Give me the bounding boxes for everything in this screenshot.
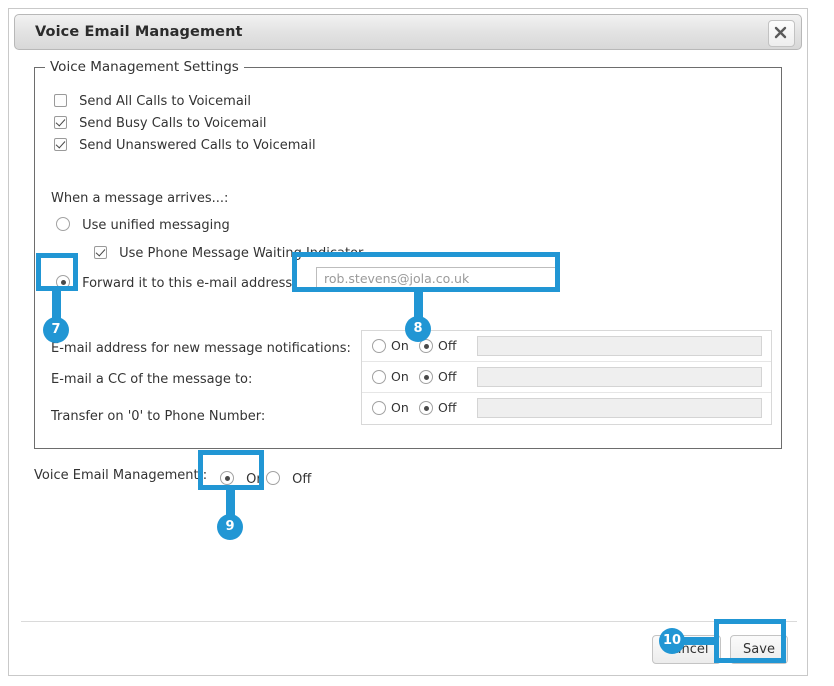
phone-message-waiting-indicator-checkbox[interactable] [94,246,107,259]
voice-email-management-toggle-off[interactable]: Off [266,468,311,487]
option-label-new-message-notifications: E-mail address for new message notificat… [51,341,351,356]
send-all-calls-checkbox[interactable] [54,94,67,107]
new-message-notifications-off-radio[interactable] [419,339,433,353]
new-message-notifications-off-label: Off [438,338,457,353]
voice-email-management-dialog: Voice Email Management Voice Management … [8,8,808,676]
checkbox-row-send-unanswered-calls[interactable]: Send Unanswered Calls to Voicemail [54,134,316,153]
transfer-zero-off-radio[interactable] [419,401,433,415]
fieldset-legend: Voice Management Settings [45,59,244,75]
cc-message-off-radio[interactable] [419,370,433,384]
dialog-titlebar: Voice Email Management [14,14,802,50]
transfer-zero-on-radio[interactable] [372,401,386,415]
cancel-button[interactable]: Cancel [652,635,721,664]
send-unanswered-calls-label: Send Unanswered Calls to Voicemail [79,138,316,153]
footer-divider [21,621,797,622]
close-icon[interactable] [768,20,795,47]
forward-to-email-radio[interactable] [56,275,70,289]
screenshot-root: Voice Email Management Voice Management … [0,0,834,686]
new-message-notifications-on-radio[interactable] [372,339,386,353]
forward-email-input[interactable]: rob.stevens@jola.co.uk [316,267,556,291]
dialog-title: Voice Email Management [35,24,243,40]
phone-message-waiting-indicator-label: Use Phone Message Waiting Indicator [119,246,364,261]
option-label-transfer-zero: Transfer on '0' to Phone Number: [51,409,266,424]
save-button[interactable]: Save [730,635,788,664]
voice-email-management-on-radio[interactable] [220,471,234,485]
send-busy-calls-label: Send Busy Calls to Voicemail [79,116,267,131]
checkbox-row-send-all-calls[interactable]: Send All Calls to Voicemail [54,90,251,109]
send-unanswered-calls-checkbox[interactable] [54,138,67,151]
use-unified-messaging-radio[interactable] [56,217,70,231]
checkbox-row-send-busy-calls[interactable]: Send Busy Calls to Voicemail [54,112,267,131]
voice-email-management-off-radio[interactable] [266,471,280,485]
transfer-zero-on-label: On [391,400,409,415]
option-label-cc-message: E-mail a CC of the message to: [51,372,253,387]
radio-row-use-unified-messaging[interactable]: Use unified messaging [56,214,230,233]
table-row[interactable]: On Off [362,331,771,362]
new-message-notifications-on-label: On [391,338,409,353]
checkbox-row-message-waiting-indicator[interactable]: Use Phone Message Waiting Indicator [94,242,363,261]
message-arrives-heading: When a message arrives...: [51,191,229,206]
voice-email-management-toggle-label: Voice Email Management : [34,468,208,483]
transfer-zero-off-label: Off [438,400,457,415]
radio-row-forward-email[interactable]: Forward it to this e-mail address: [56,272,297,291]
forward-to-email-label: Forward it to this e-mail address: [82,276,297,291]
options-table: On Off On Off On Off [361,330,772,425]
cc-message-on-label: On [391,369,409,384]
new-message-notifications-field [477,336,762,356]
transfer-zero-field [477,398,762,418]
voice-email-management-on-label: On [246,472,265,487]
send-all-calls-label: Send All Calls to Voicemail [79,94,252,109]
cc-message-field [477,367,762,387]
use-unified-messaging-label: Use unified messaging [82,218,230,233]
cc-message-off-label: Off [438,369,457,384]
voice-email-management-off-label: Off [292,472,312,487]
voice-email-management-toggle-on[interactable]: On [220,468,265,487]
table-row[interactable]: On Off [362,393,771,424]
send-busy-calls-checkbox[interactable] [54,116,67,129]
close-glyph [774,26,787,39]
cc-message-on-radio[interactable] [372,370,386,384]
table-row[interactable]: On Off [362,362,771,393]
